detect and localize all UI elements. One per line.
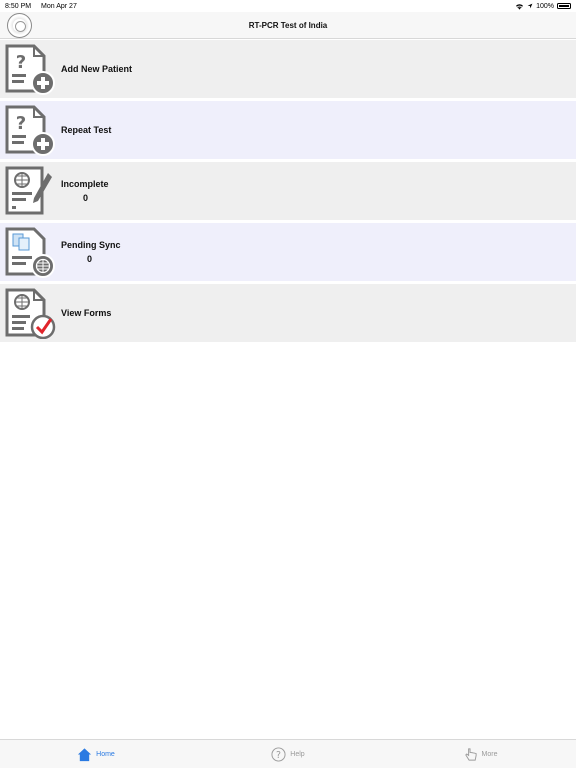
hand-pointer-icon — [464, 747, 477, 761]
home-icon — [78, 747, 92, 761]
tab-label: Help — [290, 750, 305, 758]
menu-item-incomplete[interactable]: Incomplete 0 — [0, 162, 576, 220]
pending-sync-count: 0 — [87, 254, 93, 264]
menu-item-view-forms[interactable]: View Forms — [0, 284, 576, 342]
svg-text:?: ? — [276, 749, 281, 760]
incomplete-count: 0 — [83, 193, 89, 203]
wifi-icon — [516, 3, 524, 10]
status-date: Mon Apr 27 — [41, 2, 77, 10]
doc-question-plus-icon: ? — [5, 44, 55, 95]
menu-item-add-new-patient[interactable]: ? Add New Patient — [0, 40, 576, 98]
menu-item-label: View Forms — [61, 308, 112, 318]
nav-bar: RT-PCR Test of India — [0, 12, 576, 39]
help-icon: ? — [271, 746, 286, 762]
tab-label: Home — [96, 750, 115, 758]
tab-bar: Home ? Help More — [0, 739, 576, 768]
tab-more[interactable]: More — [384, 740, 576, 768]
tab-home[interactable]: Home — [0, 740, 192, 768]
emblem-logo — [7, 13, 32, 38]
tab-label: More — [481, 750, 498, 758]
doc-sync-globe-icon — [5, 227, 55, 278]
battery-icon — [557, 3, 571, 9]
status-left: 8:50 PM Mon Apr 27 — [5, 3, 85, 10]
tab-help[interactable]: ? Help — [192, 740, 384, 768]
menu-item-pending-sync[interactable]: Pending Sync 0 — [0, 223, 576, 281]
status-time: 8:50 PM — [5, 2, 32, 10]
status-bar: 8:50 PM Mon Apr 27 100% — [0, 0, 576, 12]
doc-globe-pencil-icon — [5, 166, 52, 215]
menu-item-label: Pending Sync — [61, 240, 121, 250]
menu-item-repeat-test[interactable]: ? Repeat Test — [0, 101, 576, 159]
svg-text:?: ? — [16, 113, 26, 134]
doc-question-plus-icon: ? — [5, 105, 55, 156]
menu-item-label: Add New Patient — [61, 64, 133, 74]
battery-percent: 100% — [536, 2, 554, 10]
page-title: RT-PCR Test of India — [248, 20, 328, 30]
svg-text:?: ? — [16, 52, 26, 73]
menu-item-label: Repeat Test — [61, 125, 112, 135]
main-menu: ? Add New Patient ? Repeat Test Incomple… — [0, 40, 576, 345]
location-arrow-icon — [527, 3, 533, 9]
menu-item-label: Incomplete — [61, 179, 109, 189]
status-right: 100% — [515, 3, 571, 10]
doc-globe-check-icon — [5, 288, 56, 339]
